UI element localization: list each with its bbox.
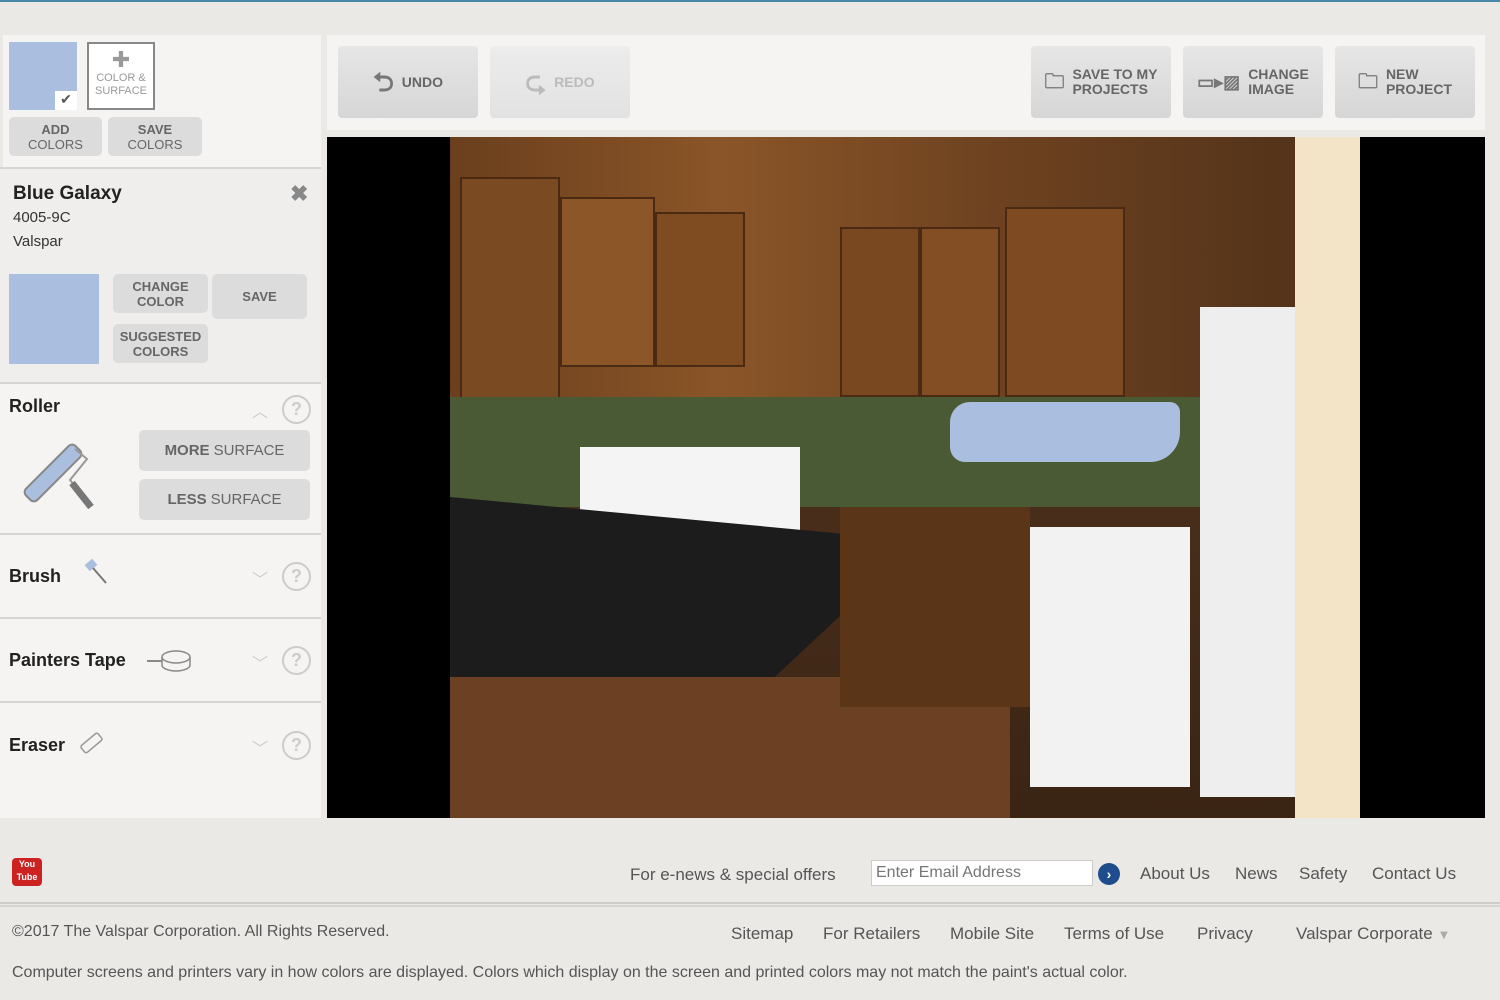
more-surface-button[interactable]: MORE SURFACE	[139, 430, 310, 471]
label: COLORS	[28, 136, 83, 152]
add-color-surface-button[interactable]: ✚ COLOR & SURFACE	[87, 42, 155, 110]
label: COLORS	[127, 136, 183, 152]
chevron-up-icon[interactable]: ︿	[252, 398, 274, 421]
caret-down-icon: ▼	[1437, 927, 1451, 942]
label: SURFACE	[210, 491, 282, 508]
kitchen-photo[interactable]	[450, 137, 1360, 818]
redo-icon: ⮎	[525, 66, 547, 97]
undo-button[interactable]: ⮌ UNDO	[338, 46, 478, 118]
image-canvas[interactable]	[327, 137, 1485, 818]
label: ADD	[41, 121, 70, 137]
footer-link-about-us[interactable]: About Us	[1140, 864, 1210, 884]
label: COLORS	[132, 343, 189, 359]
eraser-icon	[80, 732, 103, 754]
eraser-title[interactable]: Eraser	[9, 735, 65, 756]
new-folder-icon: 🗀	[1357, 70, 1378, 93]
suggested-colors-button[interactable]: SUGGESTED COLORS	[113, 324, 208, 363]
label: UNDO	[401, 73, 444, 90]
footer-link-sitemap[interactable]: Sitemap	[731, 924, 793, 944]
brush-icon	[84, 558, 107, 584]
brush-title[interactable]: Brush	[9, 566, 61, 587]
chevron-down-icon[interactable]: ﹀	[252, 735, 274, 758]
footer-link-safety[interactable]: Safety	[1299, 864, 1347, 884]
folder-save-icon: 🗀	[1044, 70, 1065, 93]
footer-link-privacy[interactable]: Privacy	[1197, 924, 1253, 944]
footer-link-news[interactable]: News	[1235, 864, 1278, 884]
label: SURFACE	[213, 442, 285, 459]
roller-icon	[23, 443, 94, 510]
label: PROJECTS	[1072, 81, 1148, 97]
save-colors-button[interactable]: SAVE COLORS	[108, 117, 202, 156]
change-image-icon: ▭▸▨	[1197, 71, 1241, 92]
redo-button[interactable]: ⮎ REDO	[490, 46, 630, 118]
change-image-button[interactable]: ▭▸▨ CHANGE IMAGE	[1183, 46, 1323, 118]
undo-icon: ⮌	[372, 66, 394, 97]
label: CHANGE	[132, 278, 189, 294]
painters-tape-title[interactable]: Painters Tape	[9, 650, 126, 671]
footer-link-terms[interactable]: Terms of Use	[1064, 924, 1164, 944]
label: SAVE TO MY	[1072, 66, 1158, 82]
color-surface-label: COLOR & SURFACE	[95, 72, 147, 97]
tape-icon	[147, 650, 191, 672]
disclaimer: Computer screens and printers vary in ho…	[12, 964, 1128, 981]
label: NEW	[1385, 66, 1419, 82]
label: SUGGESTED	[119, 328, 202, 344]
help-icon[interactable]: ?	[282, 562, 311, 591]
save-color-button[interactable]: SAVE	[212, 274, 307, 319]
color-code: 4005-9C	[13, 209, 71, 226]
new-project-button[interactable]: 🗀 NEW PROJECT	[1335, 46, 1475, 118]
enews-label: For e-news & special offers	[630, 865, 836, 884]
palette-swatch[interactable]: ✔	[9, 42, 77, 110]
footer-link-mobile-site[interactable]: Mobile Site	[950, 924, 1034, 944]
label: REDO	[554, 73, 595, 90]
youtube-icon[interactable]: You Tube	[12, 858, 42, 886]
valspar-corporate-dropdown[interactable]: Valspar Corporate ▼	[1296, 924, 1450, 944]
chevron-down-icon[interactable]: ﹀	[252, 566, 274, 589]
footer-divider	[0, 902, 1500, 907]
footer-link-retailers[interactable]: For Retailers	[823, 924, 920, 944]
save-to-my-projects-button[interactable]: 🗀 SAVE TO MY PROJECTS	[1031, 46, 1171, 118]
help-icon[interactable]: ?	[282, 646, 311, 675]
change-color-button[interactable]: CHANGE COLOR	[113, 274, 208, 313]
email-input[interactable]	[871, 860, 1093, 886]
help-icon[interactable]: ?	[282, 731, 311, 760]
submit-arrow-icon[interactable]: ›	[1098, 863, 1120, 885]
check-icon: ✔	[55, 91, 77, 110]
close-icon[interactable]: ✖	[290, 181, 308, 207]
color-brand: Valspar	[13, 233, 63, 250]
plus-icon: ✚	[111, 47, 131, 72]
chevron-down-icon[interactable]: ﹀	[252, 650, 274, 673]
less-surface-button[interactable]: LESS SURFACE	[139, 479, 310, 520]
copyright: ©2017 The Valspar Corporation. All Right…	[12, 923, 390, 940]
footer-link-contact-us[interactable]: Contact Us	[1372, 864, 1456, 884]
label: SAVE	[137, 121, 173, 137]
label: Valspar Corporate	[1296, 924, 1433, 943]
add-colors-button[interactable]: ADD COLORS	[9, 117, 102, 156]
label: COLOR	[137, 293, 184, 309]
top-border	[0, 0, 1500, 2]
help-icon[interactable]: ?	[282, 395, 311, 424]
label: LESS	[167, 491, 207, 508]
label: SAVE	[242, 289, 277, 304]
label: MORE	[164, 442, 210, 459]
label: CHANGE	[1248, 66, 1309, 82]
color-swatch-large	[9, 274, 99, 364]
roller-title[interactable]: Roller	[9, 396, 60, 417]
label: IMAGE	[1248, 81, 1295, 97]
label: PROJECT	[1385, 81, 1453, 97]
color-name: Blue Galaxy	[13, 183, 122, 204]
